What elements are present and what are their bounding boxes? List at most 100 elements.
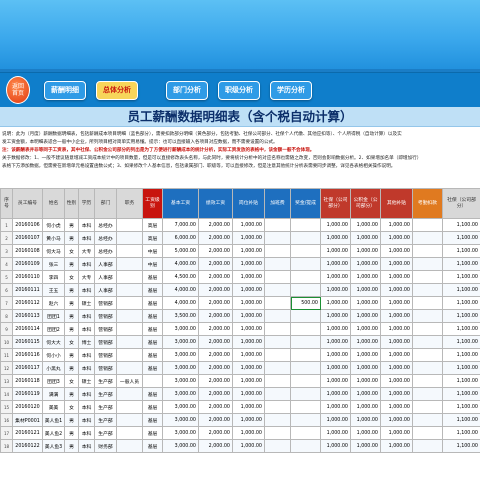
table-cell[interactable]: 人事部 xyxy=(94,270,117,284)
table-cell[interactable]: 1,000.00 xyxy=(350,322,381,336)
table-cell[interactable]: 2,000.00 xyxy=(198,400,233,414)
table-cell[interactable]: 1,000.00 xyxy=(350,413,381,427)
table-cell[interactable]: 20160117 xyxy=(12,361,43,375)
table-cell[interactable]: 1,000.00 xyxy=(380,270,413,284)
table-cell[interactable]: 1,000.00 xyxy=(380,426,413,440)
table-cell[interactable]: 2,000.00 xyxy=(198,270,233,284)
table-cell[interactable]: 本科 xyxy=(78,400,95,414)
nav-button-level-analysis[interactable]: 职级分析 xyxy=(218,81,260,100)
table-cell[interactable] xyxy=(264,244,291,258)
table-cell[interactable]: 1,100.00 xyxy=(442,361,480,375)
table-cell[interactable]: 女 xyxy=(64,270,79,284)
table-cell[interactable] xyxy=(290,439,321,453)
table-cell[interactable]: 1,100.00 xyxy=(442,387,480,401)
table-cell[interactable]: 1,000.00 xyxy=(320,218,351,232)
table-cell[interactable]: 20160106 xyxy=(12,218,43,232)
table-cell[interactable] xyxy=(290,361,321,375)
table-cell[interactable]: 男 xyxy=(64,387,79,401)
table-cell[interactable]: 基层 xyxy=(142,387,163,401)
table-cell[interactable]: 大专 xyxy=(78,244,95,258)
table-cell[interactable]: 1,100.00 xyxy=(442,296,480,310)
table-cell[interactable] xyxy=(264,374,291,388)
table-cell[interactable] xyxy=(264,283,291,297)
row-number-cell[interactable]: 9 xyxy=(0,322,13,336)
table-cell[interactable]: 2,000.00 xyxy=(198,296,233,310)
table-cell[interactable]: 1,000.00 xyxy=(232,348,265,362)
table-cell[interactable] xyxy=(290,257,321,271)
table-cell[interactable]: 1,000.00 xyxy=(320,361,351,375)
table-cell[interactable]: 3,000.00 xyxy=(162,335,199,349)
table-cell[interactable] xyxy=(412,231,443,245)
table-cell[interactable]: 男 xyxy=(64,322,79,336)
row-number-cell[interactable]: 2 xyxy=(0,231,13,245)
table-cell[interactable]: 1,000.00 xyxy=(320,283,351,297)
table-cell[interactable] xyxy=(116,348,143,362)
table-cell[interactable] xyxy=(412,283,443,297)
table-cell[interactable] xyxy=(290,374,321,388)
table-cell[interactable]: 1,000.00 xyxy=(320,348,351,362)
table-cell[interactable]: 20160120 xyxy=(12,400,43,414)
table-cell[interactable]: 2,000.00 xyxy=(198,426,233,440)
table-cell[interactable] xyxy=(116,218,143,232)
table-cell[interactable]: 团团3 xyxy=(42,374,65,388)
table-cell[interactable]: 大专 xyxy=(78,270,95,284)
column-header[interactable]: 岗位补贴 xyxy=(232,188,265,219)
table-cell[interactable]: 李四 xyxy=(42,270,65,284)
column-header[interactable]: 姓名 xyxy=(42,188,65,219)
table-cell[interactable]: 1,000.00 xyxy=(320,296,351,310)
table-cell[interactable]: 20160115 xyxy=(12,335,43,349)
table-cell[interactable] xyxy=(412,387,443,401)
table-cell[interactable]: 满满 xyxy=(42,387,65,401)
table-cell[interactable] xyxy=(264,309,291,323)
table-cell[interactable]: 基层 xyxy=(142,283,163,297)
table-cell[interactable] xyxy=(290,426,321,440)
column-header[interactable]: 部门 xyxy=(94,188,117,219)
table-cell[interactable] xyxy=(264,270,291,284)
table-cell[interactable]: 1,000.00 xyxy=(232,426,265,440)
table-cell[interactable]: 1,000.00 xyxy=(320,387,351,401)
table-cell[interactable]: 1,000.00 xyxy=(350,335,381,349)
table-cell[interactable]: 1,000.00 xyxy=(232,283,265,297)
table-cell[interactable]: 1,000.00 xyxy=(232,244,265,258)
table-cell[interactable]: 1,000.00 xyxy=(232,309,265,323)
table-cell[interactable]: 2,000.00 xyxy=(198,257,233,271)
nav-button-department-analysis[interactable]: 部门分析 xyxy=(166,81,208,100)
table-cell[interactable]: 基层 xyxy=(142,335,163,349)
table-cell[interactable]: 1,000.00 xyxy=(380,296,413,310)
column-header[interactable]: 员工编号 xyxy=(12,188,43,219)
table-cell[interactable]: 营销部 xyxy=(94,309,117,323)
table-cell[interactable]: 1,100.00 xyxy=(442,439,480,453)
table-cell[interactable]: 1,000.00 xyxy=(320,413,351,427)
table-cell[interactable]: 本科 xyxy=(78,231,95,245)
table-cell[interactable] xyxy=(116,257,143,271)
table-cell[interactable] xyxy=(264,361,291,375)
table-cell[interactable]: 何大大 xyxy=(42,335,65,349)
table-cell[interactable]: 1,100.00 xyxy=(442,244,480,258)
table-cell[interactable]: 2,000.00 xyxy=(198,374,233,388)
table-cell[interactable]: 1,000.00 xyxy=(380,231,413,245)
table-cell[interactable]: 1,000.00 xyxy=(350,218,381,232)
table-cell[interactable]: 赵六 xyxy=(42,296,65,310)
table-cell[interactable] xyxy=(412,270,443,284)
table-cell[interactable]: 1,000.00 xyxy=(350,244,381,258)
table-cell[interactable]: 3,000.00 xyxy=(162,322,199,336)
table-cell[interactable]: 美人鱼1 xyxy=(42,413,65,427)
table-cell[interactable]: 2,000.00 xyxy=(198,361,233,375)
table-cell[interactable]: 1,000.00 xyxy=(232,387,265,401)
table-cell[interactable]: 1,000.00 xyxy=(350,361,381,375)
table-cell[interactable]: 总经办 xyxy=(94,218,117,232)
table-cell[interactable]: 20160108 xyxy=(12,244,43,258)
table-cell[interactable]: 团团1 xyxy=(42,309,65,323)
table-cell[interactable] xyxy=(412,439,443,453)
table-cell[interactable]: 基层 xyxy=(142,309,163,323)
row-number-cell[interactable]: 16 xyxy=(0,413,13,427)
table-cell[interactable] xyxy=(290,322,321,336)
table-cell[interactable] xyxy=(412,335,443,349)
table-cell[interactable]: 1,100.00 xyxy=(442,400,480,414)
row-number-cell[interactable]: 13 xyxy=(0,374,13,388)
table-cell[interactable]: 营销部 xyxy=(94,322,117,336)
table-cell[interactable]: 营销部 xyxy=(94,335,117,349)
table-cell[interactable]: 20160116 xyxy=(12,348,43,362)
table-cell[interactable]: 1,000.00 xyxy=(232,218,265,232)
home-button[interactable]: 返回 首页 xyxy=(6,76,30,104)
